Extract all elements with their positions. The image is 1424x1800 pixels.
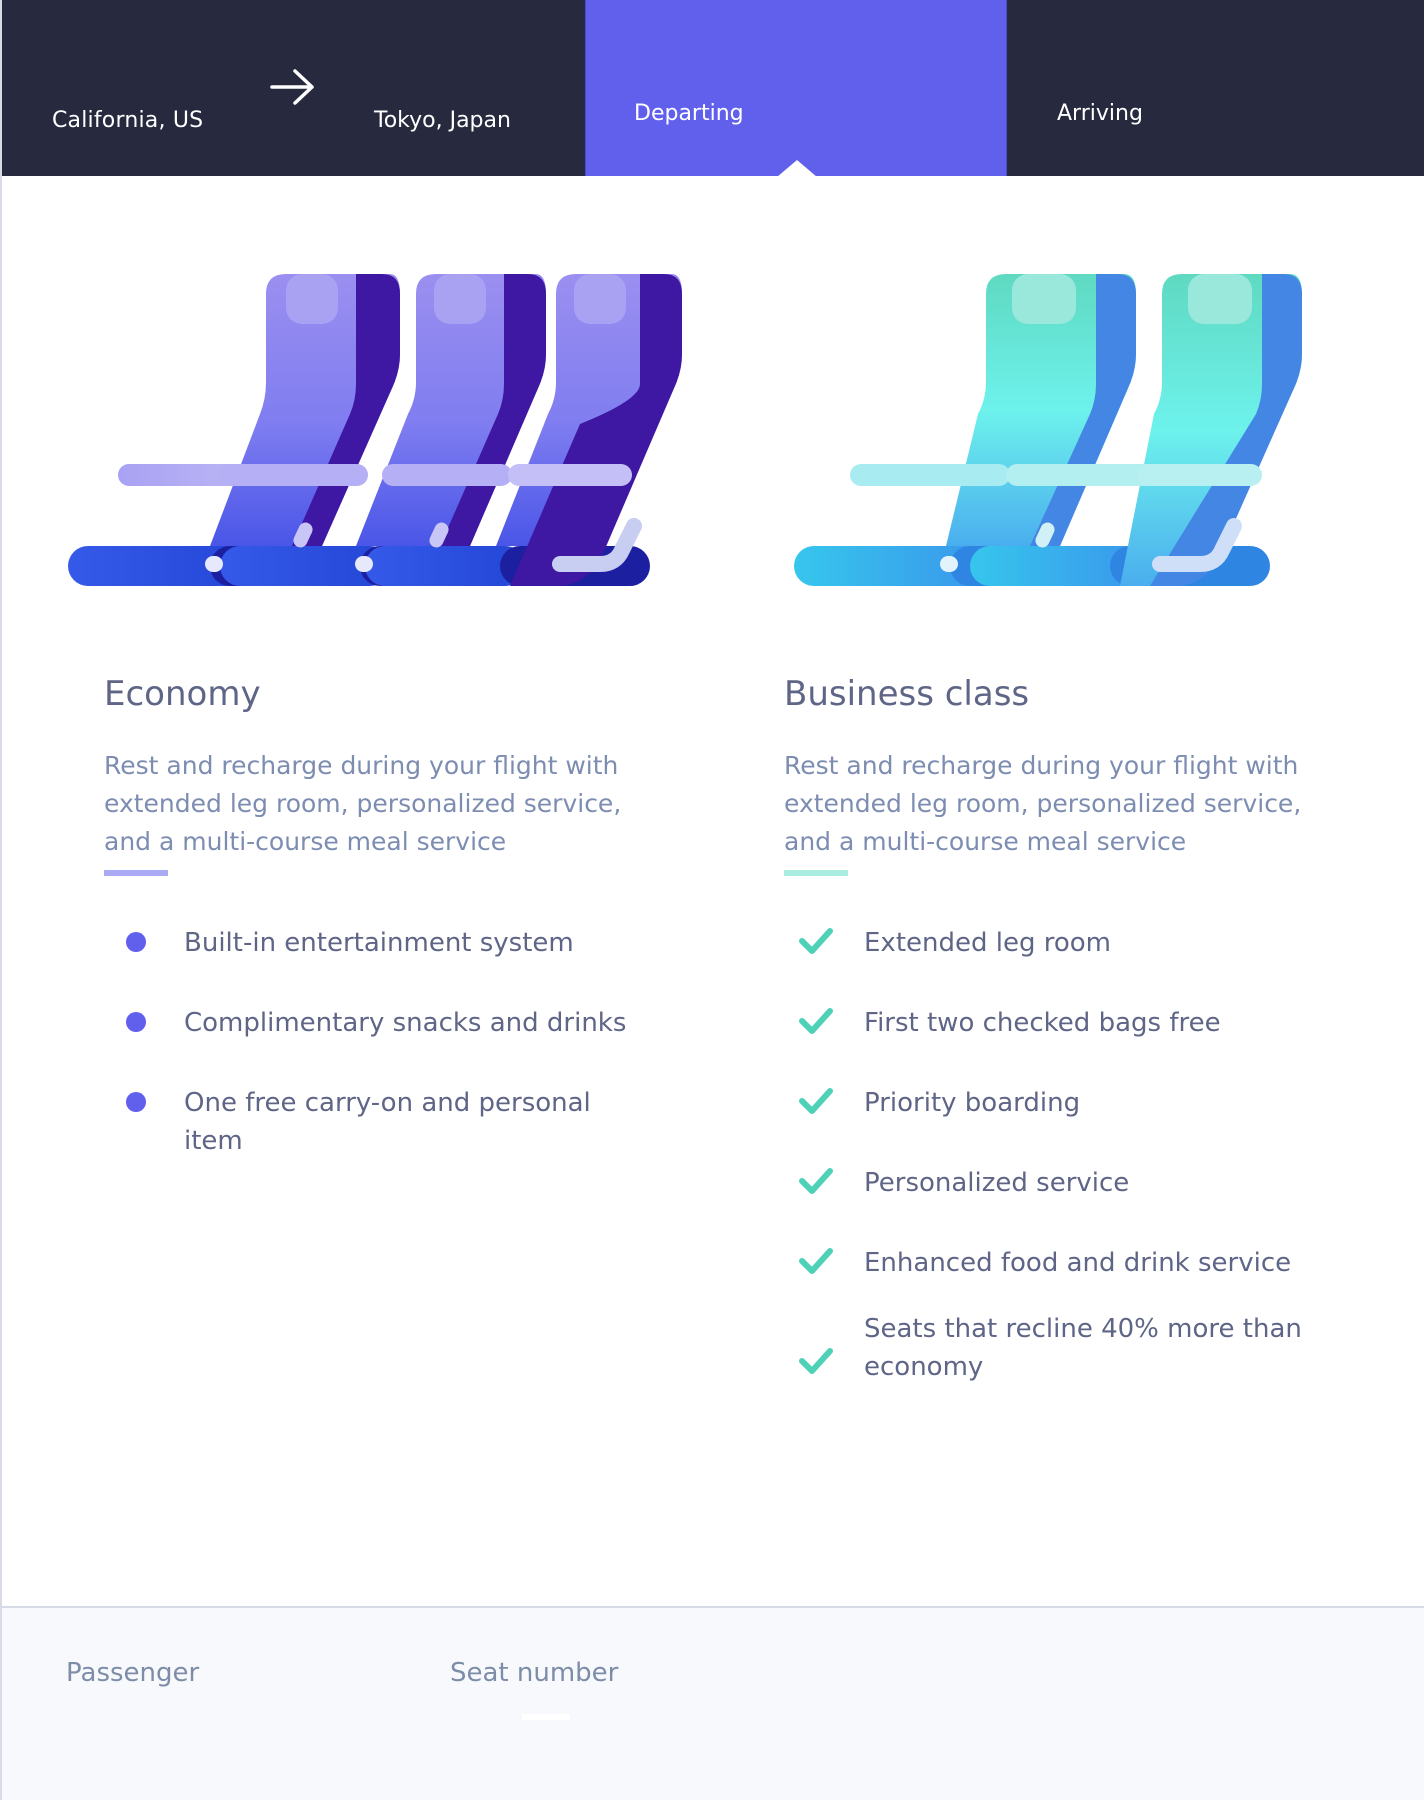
feature-text: First two checked bags free: [864, 1008, 1221, 1038]
list-item: Seats that recline 40% more than economy: [784, 1310, 1344, 1420]
feature-text: Built-in entertainment system: [184, 928, 574, 958]
route-origin: California, US: [52, 108, 204, 133]
list-item: Enhanced food and drink service: [784, 1230, 1344, 1310]
route-destination: Tokyo, Japan: [374, 108, 511, 133]
bullet-dot-icon: [126, 1012, 146, 1032]
checkmark-icon: [799, 1088, 833, 1114]
list-item: Complimentary snacks and drinks: [104, 990, 664, 1070]
economy-seats-icon: [68, 274, 682, 586]
flight-class-page: California, US Tokyo, Japan Departing Ar…: [0, 0, 1424, 1800]
checkmark-icon: [799, 1348, 833, 1374]
feature-text: Priority boarding: [864, 1088, 1081, 1118]
feature-text: Seats that recline 40% more than economy: [864, 1314, 1302, 1382]
economy-divider: [104, 870, 168, 876]
list-item: First two checked bags free: [784, 990, 1344, 1070]
list-item: Built-in entertainment system: [104, 910, 664, 990]
list-item: Priority boarding: [784, 1070, 1344, 1150]
tab-departing-label: Departing: [634, 101, 744, 126]
list-item: Personalized service: [784, 1150, 1344, 1230]
economy-title: Economy: [104, 674, 261, 715]
business-seats-icon: [794, 274, 1302, 586]
business-title: Business class: [784, 674, 1030, 715]
bullet-dot-icon: [126, 1092, 146, 1112]
checkmark-icon: [799, 1008, 833, 1034]
feature-text: Extended leg room: [864, 928, 1111, 958]
arrow-right-icon: [270, 69, 314, 105]
active-tab-pointer: [777, 160, 817, 177]
checkmark-icon: [799, 1168, 833, 1194]
feature-text: One free carry-on and personal item: [184, 1088, 591, 1156]
business-description: Rest and recharge during your flight wit…: [784, 751, 1302, 856]
passenger-bar: Passenger Seat number: [2, 1606, 1424, 1800]
business-feature-list: Extended leg room First two checked bags…: [784, 910, 1344, 1420]
top-navigation: California, US Tokyo, Japan Departing Ar…: [2, 0, 1424, 176]
checkmark-icon: [799, 928, 833, 954]
seat-number-label[interactable]: Seat number: [450, 1658, 618, 1688]
bullet-dot-icon: [126, 932, 146, 952]
list-item: One free carry-on and personal item: [104, 1070, 664, 1156]
feature-text: Complimentary snacks and drinks: [184, 1008, 627, 1038]
passenger-label[interactable]: Passenger: [66, 1658, 199, 1688]
tab-arriving-label: Arriving: [1057, 101, 1143, 126]
feature-text: Enhanced food and drink service: [864, 1248, 1292, 1278]
tab-departing[interactable]: Departing: [585, 0, 1007, 176]
checkmark-icon: [799, 1248, 833, 1274]
economy-description: Rest and recharge during your flight wit…: [104, 751, 622, 856]
seat-number-underline: [522, 1714, 570, 1720]
tab-arriving[interactable]: Arriving: [1007, 0, 1424, 176]
feature-text: Personalized service: [864, 1168, 1130, 1198]
economy-feature-list: Built-in entertainment system Compliment…: [104, 910, 664, 1156]
list-item: Extended leg room: [784, 910, 1344, 990]
business-divider: [784, 870, 848, 876]
